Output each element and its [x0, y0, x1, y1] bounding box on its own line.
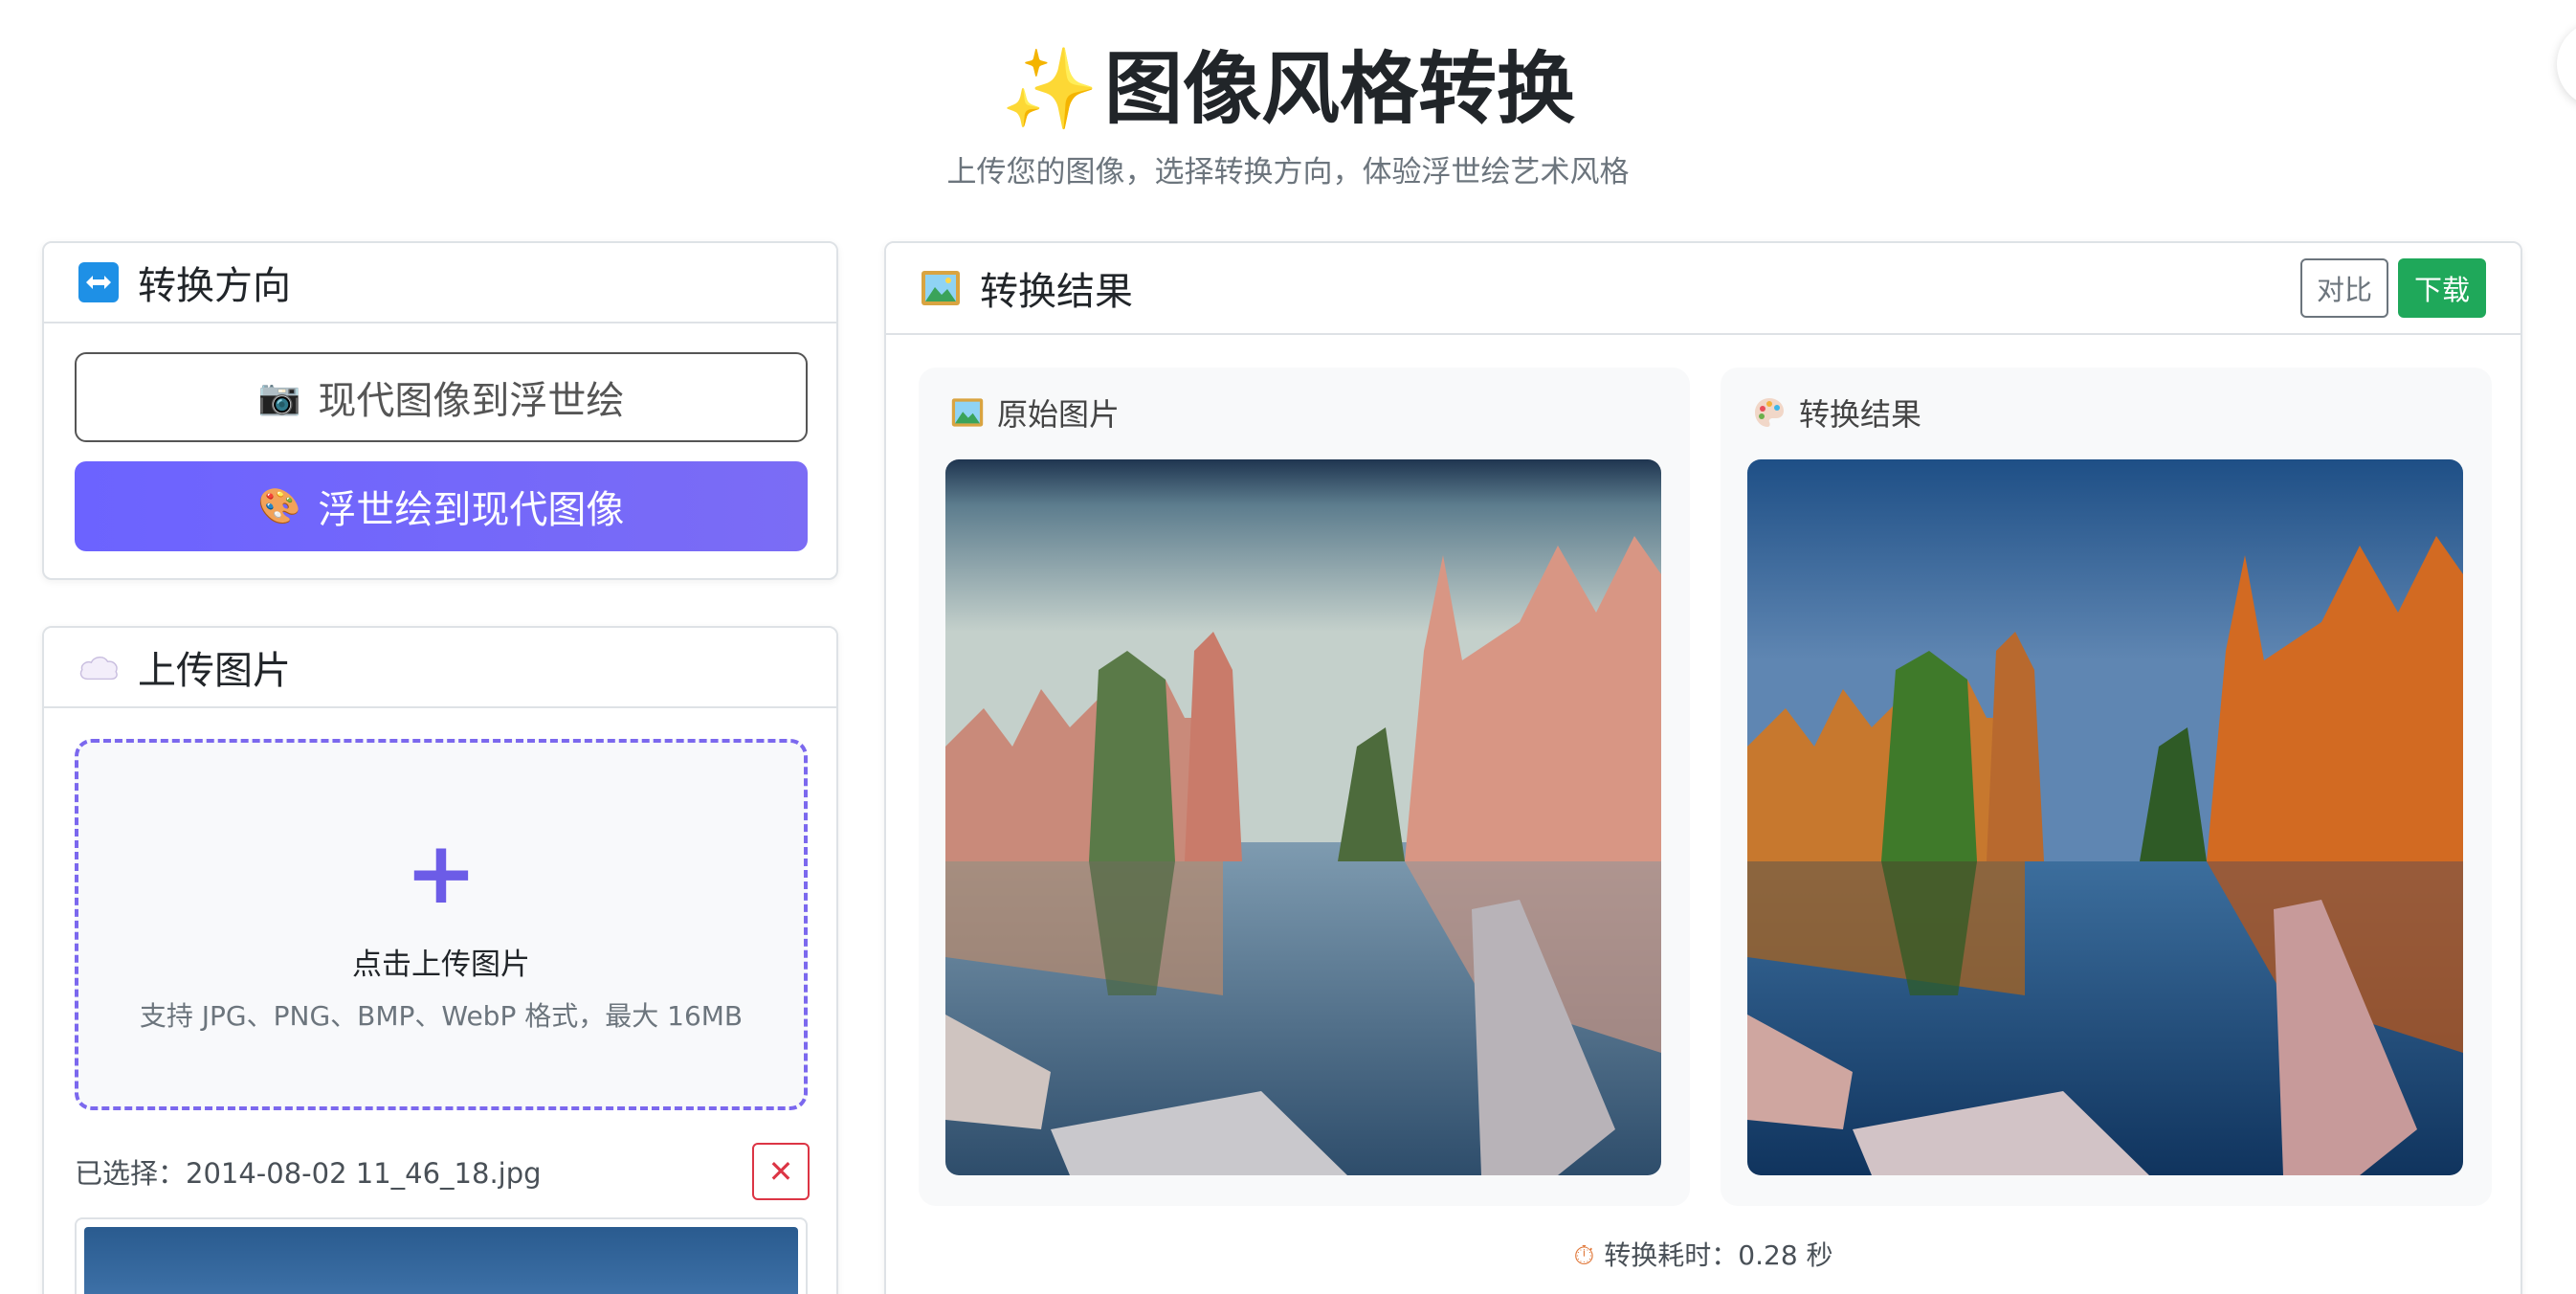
result-actions: 对比 下载 — [2300, 258, 2486, 318]
framed-picture-icon — [951, 396, 984, 429]
ukiyoe-to-modern-label: 浮世绘到现代图像 — [318, 488, 625, 532]
conversion-timing-text: 转换耗时：0.28 秒 — [1604, 1239, 1833, 1271]
direction-card-title: 转换方向 — [138, 264, 291, 308]
original-image-label: 原始图片 — [951, 390, 1120, 435]
compare-button[interactable]: 对比 — [2300, 258, 2388, 318]
close-icon: ✕ — [767, 1153, 794, 1190]
modern-to-ukiyoe-button[interactable]: 📷 现代图像到浮世绘 — [75, 352, 808, 442]
framed-picture-icon — [921, 268, 961, 308]
direction-card-header: 转换方向 — [44, 243, 836, 324]
conversion-timing: ⏱ 转换耗时：0.28 秒 — [886, 1235, 2520, 1273]
upload-card-title: 上传图片 — [138, 649, 291, 693]
result-image-label: 转换结果 — [1753, 390, 1921, 435]
plus-icon: + — [405, 823, 477, 924]
camera-icon: 📷 — [257, 378, 301, 417]
original-image — [945, 459, 1661, 1175]
page-subtitle: 上传您的图像，选择转换方向，体验浮世绘艺术风格 — [946, 155, 1630, 190]
modern-to-ukiyoe-label: 现代图像到浮世绘 — [318, 379, 625, 423]
left-right-arrow-icon — [78, 262, 119, 302]
dropzone-hint: 支持 JPG、PNG、BMP、WebP 格式，最大 16MB — [139, 1000, 744, 1032]
result-card-title: 转换结果 — [980, 270, 1133, 314]
selected-file-name: 已选择：2014-08-02 11_46_18.jpg — [75, 1157, 542, 1190]
upload-card-header: 上传图片 — [44, 628, 836, 708]
original-image-panel: 原始图片 — [919, 368, 1690, 1206]
upload-preview — [75, 1217, 808, 1294]
dropzone-title: 点击上传图片 — [352, 948, 530, 982]
result-image — [1747, 459, 2463, 1175]
cloud-icon — [78, 647, 119, 687]
stopwatch-icon: ⏱ — [1573, 1239, 1595, 1271]
sparkles-icon: ✨ — [1000, 44, 1099, 135]
ukiyoe-to-modern-button[interactable]: 🎨 浮世绘到现代图像 — [75, 461, 808, 551]
result-card: 转换结果 对比 下载 原始图片 转换结果 ⏱ 转换耗时：0.28 秒 — [884, 241, 2522, 1294]
page-title-text: 图像风格转换 — [1104, 44, 1576, 135]
download-button[interactable]: 下载 — [2398, 258, 2486, 318]
upload-card: 上传图片 + 点击上传图片 支持 JPG、PNG、BMP、WebP 格式，最大 … — [42, 626, 838, 1294]
upload-dropzone[interactable]: + 点击上传图片 支持 JPG、PNG、BMP、WebP 格式，最大 16MB — [75, 739, 808, 1110]
direction-card: 转换方向 📷 现代图像到浮世绘 🎨 浮世绘到现代图像 — [42, 241, 838, 580]
upload-preview-image — [84, 1227, 798, 1294]
palette-icon — [1753, 396, 1786, 429]
result-card-header: 转换结果 对比 下载 — [886, 243, 2520, 335]
palette-icon: 🎨 — [257, 487, 301, 526]
result-image-panel: 转换结果 — [1721, 368, 2492, 1206]
result-image-label-text: 转换结果 — [1799, 396, 1922, 433]
original-image-label-text: 原始图片 — [997, 396, 1121, 433]
page-title: ✨图像风格转换 — [0, 42, 2576, 138]
remove-file-button[interactable]: ✕ — [752, 1143, 810, 1200]
